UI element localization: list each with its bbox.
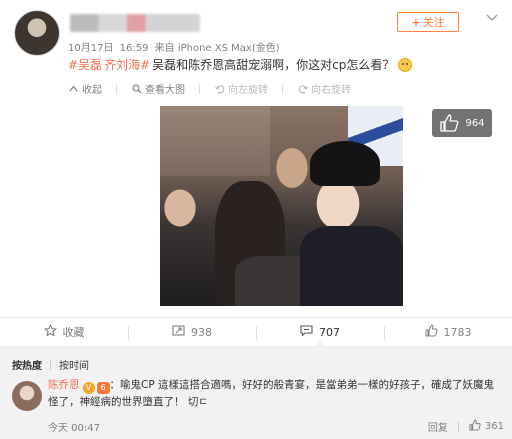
post-text: #吴磊 齐刘海# 吴磊和陈乔恩高甜宠溺啊，你这对cp怎么看？: [68, 56, 413, 73]
sort-by-hot-tab[interactable]: 按热度: [12, 357, 42, 372]
comment-like-count: 361: [484, 421, 504, 432]
comment-button[interactable]: 707: [256, 318, 384, 346]
favorite-button[interactable]: 收藏: [0, 318, 128, 346]
follow-button[interactable]: + 关注: [397, 12, 459, 32]
comment-footer: 今天 00:47 回复 361: [48, 419, 504, 434]
action-bar: 收藏 938 707 1783: [0, 317, 512, 347]
comment-item: 陈乔恩 V 6 ：喻鬼CP 這樣這搭合適嗎，好好的般青宴，是當弟弟一樣的好孩子，確成了…: [48, 377, 504, 411]
video-frame-figure: [310, 141, 380, 186]
comment-text: ：喻鬼CP 這樣這搭合適嗎，好好的般青宴，是當弟弟一樣的好孩子，確成了妖魔鬼怪了…: [48, 379, 494, 408]
sort-by-time-tab[interactable]: 按时间: [59, 357, 89, 372]
chevron-down-icon[interactable]: [483, 10, 501, 26]
user-avatar[interactable]: [14, 10, 60, 56]
media-toolbar: 收起 查看大图 向左旋转 向右旋转: [68, 81, 351, 96]
like-count: 1783: [443, 325, 472, 339]
divider: [457, 421, 459, 432]
reply-button[interactable]: 回复: [428, 419, 448, 434]
rotate-right-label: 向右旋转: [311, 85, 351, 96]
star-icon: [43, 324, 57, 340]
video-frame-background: [160, 106, 270, 176]
video-frame-figure: [300, 226, 403, 306]
topic-link-1[interactable]: #吴磊: [68, 56, 102, 73]
post-time[interactable]: 16:59: [120, 43, 149, 54]
follow-label: 关注: [422, 16, 445, 29]
comment-sort-tabs: 按热度 按时间: [12, 357, 89, 372]
comment-like-button[interactable]: 361: [469, 419, 504, 434]
rotate-left-icon: [214, 83, 225, 94]
rotate-left-button[interactable]: 向左旋转: [214, 81, 268, 96]
media-like-button[interactable]: 964: [432, 109, 492, 137]
divider: [282, 83, 283, 94]
post-source: 来自 iPhone XS Max(金色): [154, 43, 280, 54]
thumbs-up-icon: [425, 324, 438, 340]
thumbs-up-icon: [439, 114, 459, 132]
view-large-button[interactable]: 查看大图: [131, 81, 185, 96]
smile-emoji-icon: [398, 57, 413, 72]
comment-icon: [300, 324, 313, 340]
collapse-icon: [68, 83, 79, 94]
view-large-label: 查看大图: [145, 85, 185, 96]
repost-icon: [172, 324, 185, 340]
video-player[interactable]: [160, 106, 403, 306]
like-button[interactable]: 1783: [384, 318, 512, 346]
topic-link-2[interactable]: 齐刘海#: [104, 56, 150, 73]
magnifier-icon: [131, 83, 142, 94]
plus-icon: +: [411, 15, 421, 29]
collapse-label: 收起: [82, 85, 102, 96]
repost-count: 938: [191, 325, 212, 339]
favorite-label: 收藏: [62, 326, 85, 339]
post-date[interactable]: 10月17日: [68, 43, 113, 54]
post-meta: 10月17日 16:59 来自 iPhone XS Max(金色): [68, 39, 283, 54]
verified-badge-icon: V: [82, 382, 95, 394]
post-body: 吴磊和陈乔恩高甜宠溺啊，你这对cp怎么看？: [152, 58, 395, 72]
rotate-left-label: 向左旋转: [228, 85, 268, 96]
divider: [50, 359, 51, 370]
thumbs-up-icon: [469, 419, 481, 434]
divider: [199, 83, 200, 94]
commenter-avatar[interactable]: [12, 381, 42, 411]
collapse-button[interactable]: 收起: [68, 81, 102, 96]
member-rank-badge-icon: 6: [96, 382, 110, 394]
comment-count: 707: [319, 325, 340, 339]
username-redacted: [70, 14, 200, 32]
media-like-count: 964: [465, 117, 485, 129]
commenter-name[interactable]: 陈乔恩: [48, 379, 80, 391]
repost-button[interactable]: 938: [128, 318, 256, 346]
rotate-right-button[interactable]: 向右旋转: [297, 81, 351, 96]
comment-time: 今天 00:47: [48, 423, 100, 434]
divider: [116, 83, 117, 94]
rotate-right-icon: [297, 83, 308, 94]
